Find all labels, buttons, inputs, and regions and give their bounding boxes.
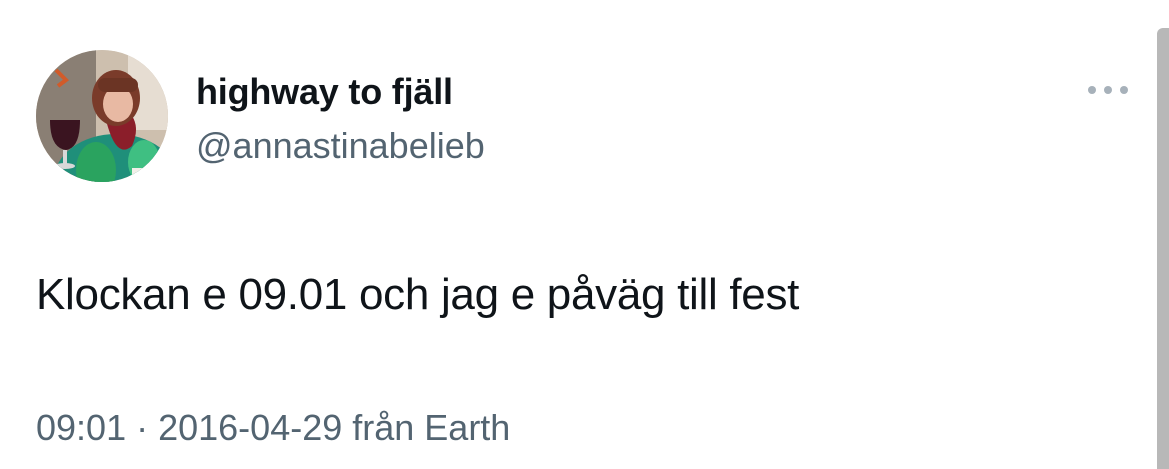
display-name[interactable]: highway to fjäll bbox=[196, 70, 453, 114]
avatar[interactable] bbox=[36, 50, 168, 182]
meta-separator: · bbox=[126, 407, 159, 448]
tweet-time[interactable]: 09:01 bbox=[36, 407, 126, 448]
tweet-date[interactable]: 2016-04-29 bbox=[158, 407, 342, 448]
tweet-text: Klockan e 09.01 och jag e påväg till fes… bbox=[36, 270, 800, 319]
profile-photo-icon bbox=[36, 50, 168, 182]
tweet-meta: 09:01 · 2016-04-29 från Earth bbox=[36, 406, 510, 450]
more-horizontal-icon bbox=[1088, 86, 1128, 94]
more-options-button[interactable] bbox=[1084, 78, 1132, 102]
tweet-card: highway to fjäll @annastinabelieb Klocka… bbox=[0, 0, 1169, 469]
tweet-source: från Earth bbox=[342, 407, 511, 448]
scrollbar[interactable] bbox=[1157, 28, 1169, 469]
user-handle[interactable]: @annastinabelieb bbox=[196, 124, 485, 168]
